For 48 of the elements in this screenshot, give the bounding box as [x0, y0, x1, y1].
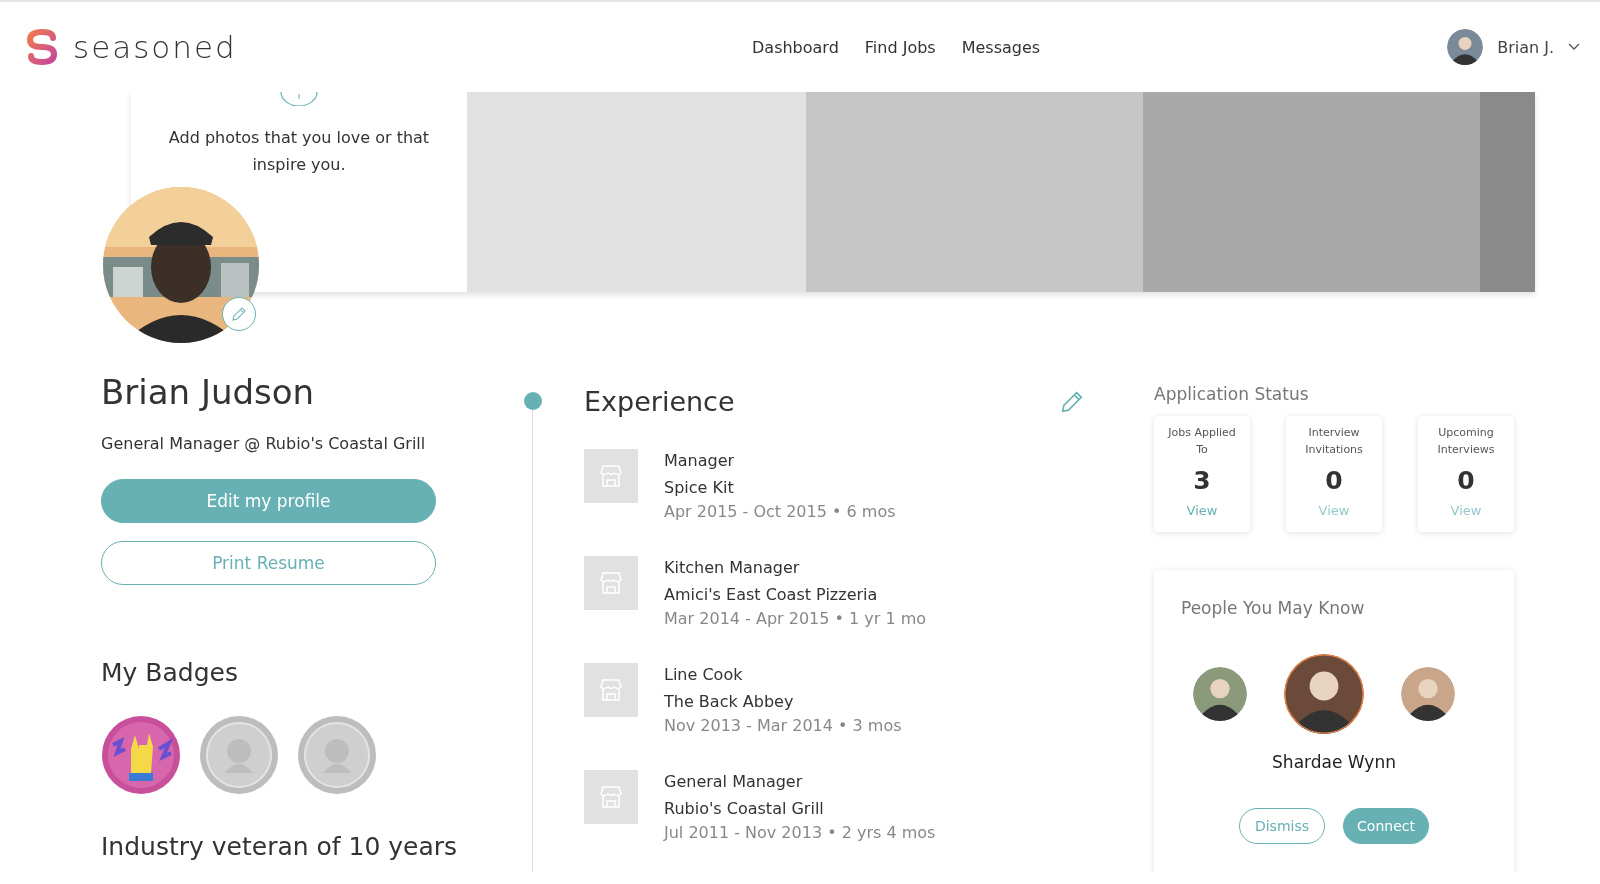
profile-headline: General Manager @ Rubio's Coastal Grill: [101, 434, 427, 453]
logo-text: seasoned: [73, 29, 237, 65]
company-name: Spice Kit: [664, 477, 735, 499]
experience-heading: Experience: [584, 386, 735, 418]
dismiss-button[interactable]: Dismiss: [1239, 808, 1325, 844]
job-dates: Jul 2011 - Nov 2013 • 2 yrs 4 mos: [664, 822, 936, 844]
user-avatar: [1447, 29, 1484, 65]
connect-button[interactable]: Connect: [1343, 808, 1429, 844]
job-dates: Apr 2015 - Oct 2015 • 6 mos: [664, 501, 896, 523]
job-title: General Manager: [664, 771, 804, 793]
store-icon: [598, 678, 624, 702]
edit-profile-button[interactable]: Edit my profile: [101, 479, 436, 523]
summary-heading: Industry veteran of 10 years: [101, 831, 458, 863]
store-icon: [598, 464, 624, 488]
person-name: Shardae Wynn: [1271, 752, 1397, 772]
logo-icon: [25, 29, 59, 65]
badges-heading: My Badges: [101, 657, 238, 689]
company-name: Amici's East Coast Pizzeria: [664, 584, 879, 606]
status-label: Interview Invitations: [1304, 425, 1364, 458]
company-name: Rubio's Coastal Grill: [664, 798, 825, 820]
print-resume-button[interactable]: Print Resume: [101, 541, 436, 585]
chevron-down-icon[interactable]: [1568, 43, 1580, 51]
status-count: 3: [1193, 466, 1211, 495]
company-name: The Back Abbey: [664, 691, 795, 713]
add-photo-prompt: Add photos that you love or that inspire you.: [167, 127, 431, 176]
job-dates: Mar 2014 - Apr 2015 • 1 yr 1 mo: [664, 608, 927, 630]
section-title: People You May Know: [1181, 598, 1366, 618]
section-title: Application Status: [1154, 384, 1310, 404]
status-label: Jobs Applied To: [1166, 425, 1237, 458]
nav-link[interactable]: Dashboard: [752, 37, 839, 57]
edit-photo-button[interactable]: [222, 297, 256, 331]
store-icon: [598, 571, 624, 595]
job-title: Manager: [664, 450, 736, 472]
add-photo-icon[interactable]: [280, 92, 318, 106]
view-link[interactable]: View: [1186, 503, 1218, 518]
job-title: Kitchen Manager: [664, 557, 801, 579]
nav-link[interactable]: Messages: [961, 37, 1041, 57]
store-icon: [598, 785, 624, 809]
profile-name: Brian Judson: [101, 372, 316, 412]
status-count: 0: [1325, 466, 1343, 495]
timeline-dot: [524, 392, 542, 410]
user-name[interactable]: Brian J.: [1497, 37, 1554, 57]
job-title: Line Cook: [664, 664, 744, 686]
pencil-icon[interactable]: [230, 305, 248, 323]
nav-link[interactable]: Find Jobs: [864, 37, 936, 57]
job-dates: Nov 2013 - Mar 2014 • 3 mos: [664, 715, 902, 737]
status-count: 0: [1457, 466, 1475, 495]
status-label: Upcoming Interviews: [1436, 425, 1496, 458]
